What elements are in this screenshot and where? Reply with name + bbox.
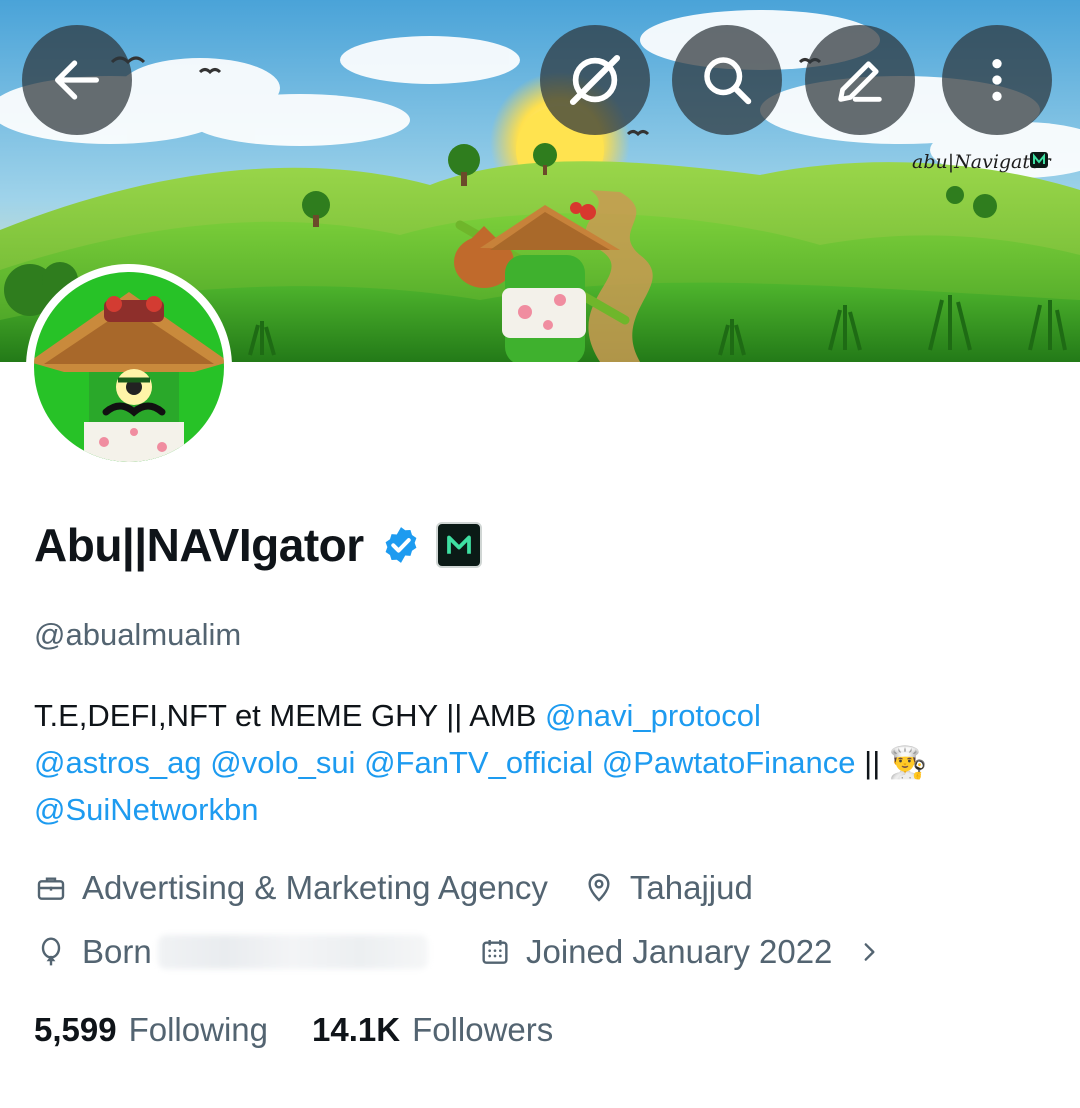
bio-mention-link[interactable]: @FanTV_official	[364, 745, 593, 780]
followers-label: Followers	[412, 1011, 554, 1048]
search-button[interactable]	[672, 25, 782, 135]
balloon-icon	[34, 935, 68, 969]
bio-mention-link[interactable]: @astros_ag	[34, 745, 202, 780]
bio-mention-link[interactable]: @SuiNetworkbn	[34, 792, 258, 827]
bio-separator: ||	[855, 745, 889, 780]
arrow-left-icon	[55, 60, 99, 100]
edit-button[interactable]	[805, 25, 915, 135]
bio-mention-link[interactable]: @navi_protocol	[545, 698, 761, 733]
cook-emoji: 👨‍🍳	[888, 745, 928, 780]
more-options-button[interactable]	[942, 25, 1052, 135]
joined-date-row[interactable]: Joined January 2022	[478, 930, 882, 974]
profile-name-row: Abu||NAVIgator	[34, 515, 482, 575]
bio-mention-link[interactable]: @PawtatoFinance	[602, 745, 856, 780]
profile-category: Advertising & Marketing Agency	[82, 869, 548, 906]
profile-stats: 5,599 Following 14.1K Followers	[34, 1008, 553, 1052]
profile-avatar[interactable]	[26, 264, 232, 470]
bio-text: T.E,DEFI,NFT et MEME GHY || AMB	[34, 698, 546, 733]
followers-link[interactable]: 14.1K Followers	[312, 1011, 553, 1049]
profile-handle: @abualmualim	[34, 617, 242, 652]
born-date-redacted	[157, 935, 428, 969]
profile-born-label: Born	[82, 933, 152, 970]
calendar-icon	[478, 935, 512, 969]
verified-badge-icon[interactable]	[380, 524, 422, 566]
profile-bio: T.E,DEFI,NFT et MEME GHY || AMB @navi_pr…	[34, 692, 1054, 833]
search-icon	[704, 57, 752, 105]
briefcase-icon	[34, 871, 68, 905]
grok-slash-icon	[569, 54, 621, 106]
more-vertical-icon	[992, 59, 1002, 101]
following-link[interactable]: 5,599 Following	[34, 1011, 268, 1049]
grok-button[interactable]	[540, 25, 650, 135]
bio-mention-link[interactable]: @volo_sui	[210, 745, 355, 780]
back-button[interactable]	[22, 25, 132, 135]
affiliation-badge-icon[interactable]	[435, 522, 482, 568]
profile-meta-row: Advertising & Marketing Agency Tahajjud	[34, 866, 753, 910]
followers-count: 14.1K	[312, 1011, 401, 1048]
profile-joined: Joined January 2022	[526, 933, 833, 970]
following-count: 5,599	[34, 1011, 117, 1048]
display-name: Abu||NAVIgator	[34, 519, 364, 571]
profile-location: Tahajjud	[629, 869, 753, 906]
location-pin-icon	[582, 871, 616, 905]
profile-meta-row: Born	[34, 930, 428, 974]
pencil-icon	[838, 61, 882, 102]
chevron-right-icon	[856, 937, 882, 967]
avatar-image	[34, 272, 224, 462]
following-label: Following	[128, 1011, 268, 1048]
